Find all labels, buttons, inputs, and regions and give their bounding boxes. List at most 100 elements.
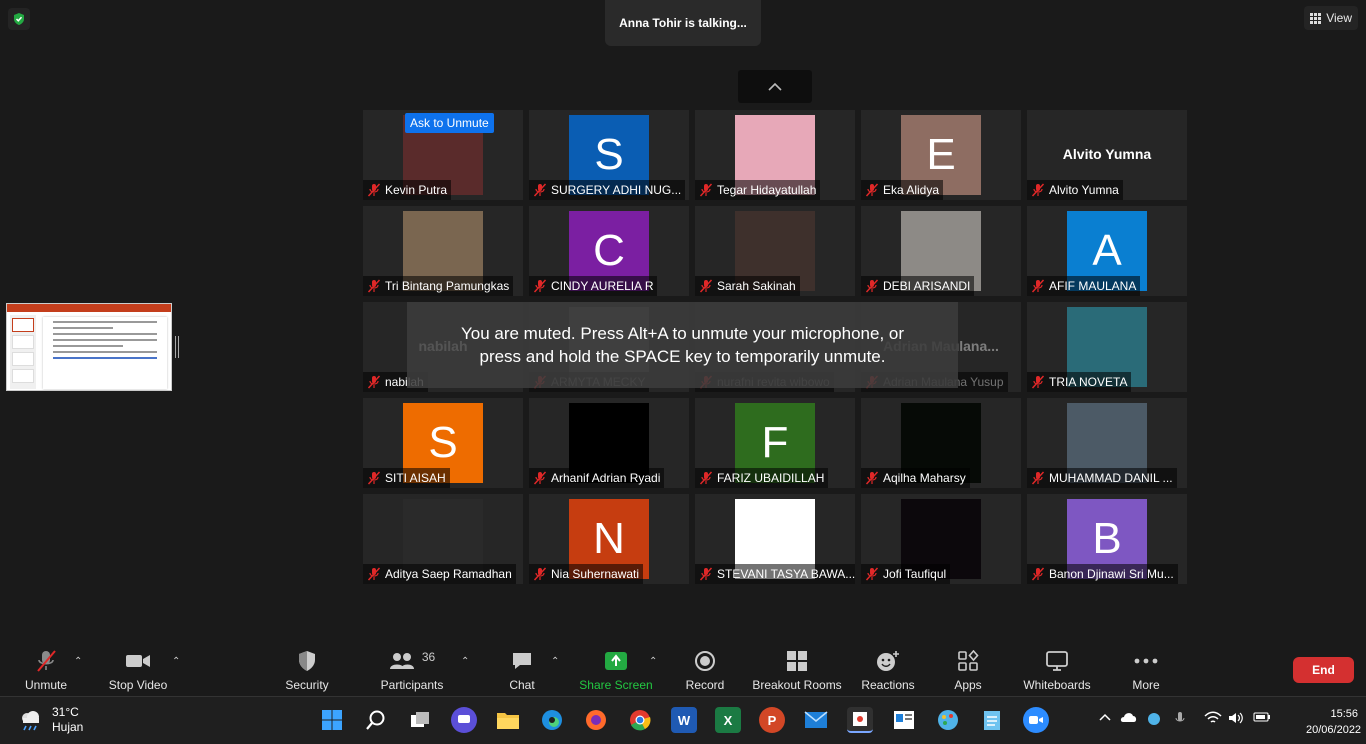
battery-icon[interactable] [1253, 711, 1271, 726]
video-options-caret[interactable]: ⌃ [172, 656, 180, 667]
chat-options-caret[interactable]: ⌃ [551, 656, 559, 667]
task-view-icon[interactable] [407, 707, 433, 733]
participant-name-label: Aditya Saep Ramadhan [363, 564, 516, 584]
record-icon [695, 651, 715, 671]
network-status-icon[interactable] [1145, 711, 1163, 730]
stop-video-button[interactable]: Stop Video [106, 648, 170, 692]
participant-tile[interactable]: S SURGERY ADHI NUG... [529, 110, 689, 200]
show-hidden-icons-chevron-icon[interactable] [1098, 711, 1112, 725]
view-button[interactable]: View [1304, 6, 1358, 30]
share-options-caret[interactable]: ⌃ [649, 656, 657, 667]
muted-mic-icon [367, 375, 381, 389]
security-button[interactable]: Security [283, 648, 331, 692]
onedrive-cloud-icon[interactable] [1120, 711, 1138, 726]
whiteboards-button[interactable]: Whiteboards [1020, 648, 1094, 692]
chrome-icon[interactable] [627, 707, 653, 733]
participant-tile[interactable]: Alvito Yumna Alvito Yumna [1027, 110, 1187, 200]
participant-tile[interactable]: E Eka Alidya [861, 110, 1021, 200]
participants-button[interactable]: 36 Participants [378, 648, 446, 692]
shared-presentation-thumbnail[interactable] [6, 303, 172, 391]
muted-mic-icon [865, 471, 879, 485]
participant-tile[interactable]: Arhanif Adrian Ryadi [529, 398, 689, 488]
participant-name-label: SITI AISAH [363, 468, 450, 488]
firefox-icon[interactable] [583, 707, 609, 733]
apps-button[interactable]: Apps [950, 648, 986, 692]
ask-to-unmute-button[interactable]: Ask to Unmute [405, 113, 494, 133]
search-icon[interactable] [363, 707, 389, 733]
wifi-icon[interactable] [1204, 711, 1222, 728]
encryption-shield-icon[interactable] [8, 8, 30, 30]
participant-name: Aditya Saep Ramadhan [385, 567, 512, 581]
participant-tile[interactable]: Aqilha Maharsy [861, 398, 1021, 488]
participant-tile[interactable]: MUHAMMAD DANIL ... [1027, 398, 1187, 488]
muted-mic-icon [865, 279, 879, 293]
participant-tile[interactable]: DEBI ARISANDI [861, 206, 1021, 296]
muted-mic-icon [37, 650, 56, 672]
record-button[interactable]: Record [683, 648, 727, 692]
muted-mic-icon [1031, 567, 1045, 581]
participant-tile[interactable]: Tri Bintang Pamungkas [363, 206, 523, 296]
word-icon[interactable]: W [671, 707, 697, 733]
volume-icon[interactable] [1228, 711, 1244, 728]
share-screen-button[interactable]: Share Screen [578, 648, 654, 692]
participant-tile[interactable]: B Banon Djinawi Sri Mu... [1027, 494, 1187, 584]
weather-condition: Hujan [52, 720, 84, 734]
weather-widget[interactable]: 31°C Hujan [18, 705, 83, 735]
participant-name: MUHAMMAD DANIL ... [1049, 471, 1173, 485]
microphone-tray-icon[interactable] [1174, 711, 1186, 730]
chevron-up-icon [768, 82, 782, 91]
previous-page-button[interactable] [738, 70, 812, 103]
participant-tile[interactable]: Ask to Unmute Kevin Putra [363, 110, 523, 200]
paint-icon[interactable] [935, 707, 961, 733]
zoom-app-icon[interactable] [1023, 707, 1049, 733]
participant-tile[interactable]: A AFIF MAULANA [1027, 206, 1187, 296]
participant-name: Tegar Hidayatullah [717, 183, 817, 197]
participant-tile[interactable]: Aditya Saep Ramadhan [363, 494, 523, 584]
participant-name-label: Banon Djinawi Sri Mu... [1027, 564, 1178, 584]
muted-mic-icon [367, 471, 381, 485]
security-shield-icon [299, 651, 315, 671]
participant-name: Jofi Taufiqul [883, 567, 947, 581]
participant-tile[interactable]: STEVANI TASYA BAWA... [695, 494, 855, 584]
end-meeting-button[interactable]: End [1293, 657, 1354, 683]
chat-button[interactable]: Chat [500, 648, 544, 692]
powerpoint-icon[interactable]: P [759, 707, 785, 733]
participant-tile[interactable]: N Nia Suhernawati [529, 494, 689, 584]
participant-name-label: SURGERY ADHI NUG... [529, 180, 686, 200]
participant-name-label: Sarah Sakinah [695, 276, 800, 296]
resize-handle[interactable] [175, 336, 179, 358]
participant-tile[interactable]: Sarah Sakinah [695, 206, 855, 296]
whiteboard-icon [1046, 651, 1068, 671]
meeting-toolbar: Unmute ⌃ Stop Video ⌃ Security 36 Partic… [0, 640, 1366, 696]
participants-options-caret[interactable]: ⌃ [461, 656, 469, 667]
excel-icon[interactable]: X [715, 707, 741, 733]
reactions-button[interactable]: Reactions [861, 648, 915, 692]
notepad-icon[interactable] [979, 707, 1005, 733]
file-explorer-icon[interactable] [495, 707, 521, 733]
audio-options-caret[interactable]: ⌃ [74, 656, 82, 667]
mail-icon[interactable] [803, 707, 829, 733]
participant-tile[interactable]: S SITI AISAH [363, 398, 523, 488]
edge-browser-icon[interactable] [539, 707, 565, 733]
unmute-button[interactable]: Unmute [22, 648, 70, 692]
news-app-icon[interactable] [891, 707, 917, 733]
participant-tile[interactable]: Tegar Hidayatullah [695, 110, 855, 200]
muted-mic-icon [533, 183, 547, 197]
snipping-tool-icon[interactable] [847, 707, 873, 733]
participant-tile[interactable]: C CINDY AURELIA R [529, 206, 689, 296]
more-button[interactable]: More [1128, 648, 1164, 692]
breakout-rooms-button[interactable]: Breakout Rooms [752, 648, 842, 692]
temperature: 31°C [52, 705, 79, 719]
start-windows-icon[interactable] [319, 707, 345, 733]
participant-tile[interactable]: F FARIZ UBAIDILLAH [695, 398, 855, 488]
smiley-plus-icon [877, 651, 899, 671]
participant-name: CINDY AURELIA R [551, 279, 654, 293]
muted-mic-icon [367, 183, 381, 197]
participant-tile[interactable]: TRIA NOVETA [1027, 302, 1187, 392]
participant-tile[interactable]: Jofi Taufiqul [861, 494, 1021, 584]
system-clock[interactable]: 15:56 20/06/2022 [1306, 706, 1361, 738]
participant-name: Sarah Sakinah [717, 279, 796, 293]
teams-chat-icon[interactable] [451, 707, 477, 733]
muted-mic-icon [865, 567, 879, 581]
participant-name-label: Aqilha Maharsy [861, 468, 970, 488]
